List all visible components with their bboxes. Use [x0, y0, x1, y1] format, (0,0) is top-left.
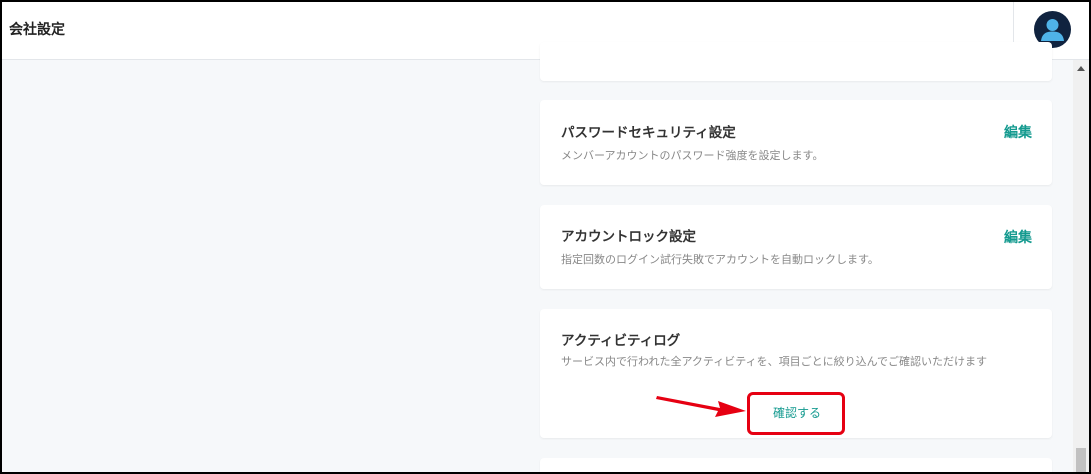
card-description: サービス内で行われた全アクティビティを、項目ごとに絞り込んでご確認いただけます	[561, 355, 988, 368]
edit-account-lock-link[interactable]: 編集	[1004, 227, 1032, 247]
account-lock-card: アカウントロック設定 指定回数のログイン試行失敗でアカウントを自動ロックします。…	[540, 205, 1052, 289]
scrollbar-thumb[interactable]	[1076, 448, 1086, 472]
card-description: メンバーアカウントのパスワード強度を設定します。	[561, 149, 824, 162]
app-window: 会社設定 パスワードセキュリティ設定 メンバーアカウントのパスワード強度を設定し…	[0, 0, 1091, 474]
card-title: アカウントロック設定	[561, 229, 696, 245]
scroll-up-arrow-icon[interactable]	[1077, 66, 1085, 71]
settings-card-previous	[540, 42, 1052, 81]
password-security-card: パスワードセキュリティ設定 メンバーアカウントのパスワード強度を設定します。 編…	[540, 100, 1052, 185]
card-title: パスワードセキュリティ設定	[561, 125, 736, 141]
settings-card-next	[540, 458, 1052, 472]
edit-password-security-link[interactable]: 編集	[1004, 122, 1032, 142]
card-title: アクティビティログ	[561, 333, 681, 349]
vertical-scrollbar[interactable]	[1073, 60, 1089, 472]
annotation-arrow-icon	[656, 396, 746, 417]
card-description: 指定回数のログイン試行失敗でアカウントを自動ロックします。	[561, 253, 879, 266]
activity-log-confirm-button[interactable]: 確認する	[762, 404, 832, 421]
page-title: 会社設定	[9, 22, 65, 38]
